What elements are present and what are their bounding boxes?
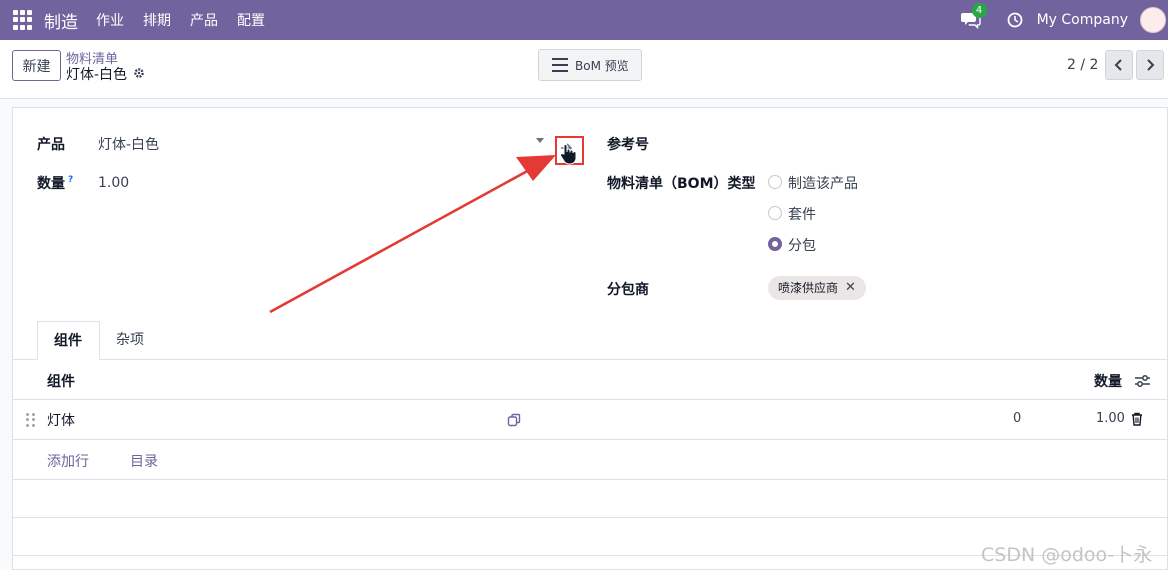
close-icon[interactable]: ✕ [845,276,856,300]
chat-icon[interactable]: 4 [960,3,987,30]
apps-menu-icon[interactable] [13,10,33,30]
chevron-right-icon [1147,59,1155,71]
chevron-left-icon [1114,59,1122,71]
component-available-qty: 0 [1013,411,1022,426]
product-field[interactable]: 灯体-白色 [98,132,557,156]
bom-type-label: 物料清单（BOM）类型 [607,176,756,192]
bom-overview-label: BoM 预览 [575,58,629,73]
help-tooltip-icon[interactable]: ? [68,175,73,185]
new-button[interactable]: 新建 [12,50,61,81]
menu-products[interactable]: 产品 [190,10,218,30]
column-header-component[interactable]: 组件 [47,371,75,391]
component-name[interactable]: 灯体 [47,410,75,430]
menu-operations[interactable]: 作业 [96,10,124,30]
top-navbar: 制造 作业 排期 产品 配置 4 My Company [0,0,1168,40]
radio-kit[interactable] [768,206,782,220]
reference-label: 参考号 [607,137,649,153]
add-line-link[interactable]: 添加行 [47,451,89,471]
radio-subcontracting[interactable] [768,237,782,251]
chat-badge: 4 [971,3,987,18]
app-name[interactable]: 制造 [44,8,78,33]
menu-planning[interactable]: 排期 [143,10,171,30]
watermark: CSDN @odoo-卜永 [981,544,1153,566]
company-switcher[interactable]: My Company [1037,12,1128,28]
user-avatar[interactable] [1140,7,1166,33]
subcontractor-tag: 喷漆供应商 ✕ [768,276,866,300]
radio-label-subcontracting[interactable]: 分包 [788,235,816,255]
product-value: 灯体-白色 [98,137,160,153]
bom-overview-button[interactable]: BoM 预览 [538,49,642,81]
trash-icon[interactable] [1131,412,1143,426]
component-quantity[interactable]: 1.00 [1096,411,1125,426]
tab-misc[interactable]: 杂项 [100,321,160,360]
control-panel: 新建 物料清单 灯体-白色 BoM 预览 2 / 2 [0,40,1168,99]
breadcrumb-current: 灯体-白色 [66,67,128,83]
table-header: 组件 数量 [13,360,1167,400]
sliders-icon[interactable] [1134,374,1151,388]
radio-manufacture[interactable] [768,175,782,189]
table-row[interactable]: 灯体 0 1.00 [13,400,1167,440]
bars-icon [552,58,568,72]
hand-cursor-icon [558,143,578,165]
subcontractor-tag-label: 喷漆供应商 [778,281,839,295]
add-row: 添加行 目录 [13,440,1167,480]
gear-icon[interactable] [133,67,145,79]
quantity-label: 数量? [37,175,74,192]
tab-components[interactable]: 组件 [37,321,100,360]
drag-handle-icon[interactable] [26,413,35,427]
subcontractor-label: 分包商 [607,282,649,298]
empty-table-row [13,480,1167,518]
clock-icon[interactable] [1007,12,1023,28]
pager-value[interactable]: 2 / 2 [1067,57,1098,73]
form-sheet: 产品 灯体-白色 数量? 1.00 参考号 物料清单（BOM）类型 制造该产品 … [12,107,1168,570]
catalog-link[interactable]: 目录 [130,451,158,471]
radio-label-kit[interactable]: 套件 [788,204,816,224]
navbar-systray: 4 My Company [960,0,1168,40]
pager-previous-button[interactable] [1105,50,1133,80]
product-label: 产品 [37,137,65,153]
pager-next-button[interactable] [1136,50,1164,80]
quantity-value[interactable]: 1.00 [98,175,129,191]
menu-configuration[interactable]: 配置 [237,10,265,30]
column-header-quantity[interactable]: 数量 [1094,371,1122,391]
copy-icon[interactable] [507,413,521,427]
dropdown-caret-icon[interactable] [536,138,544,143]
radio-label-manufacture[interactable]: 制造该产品 [788,173,858,193]
